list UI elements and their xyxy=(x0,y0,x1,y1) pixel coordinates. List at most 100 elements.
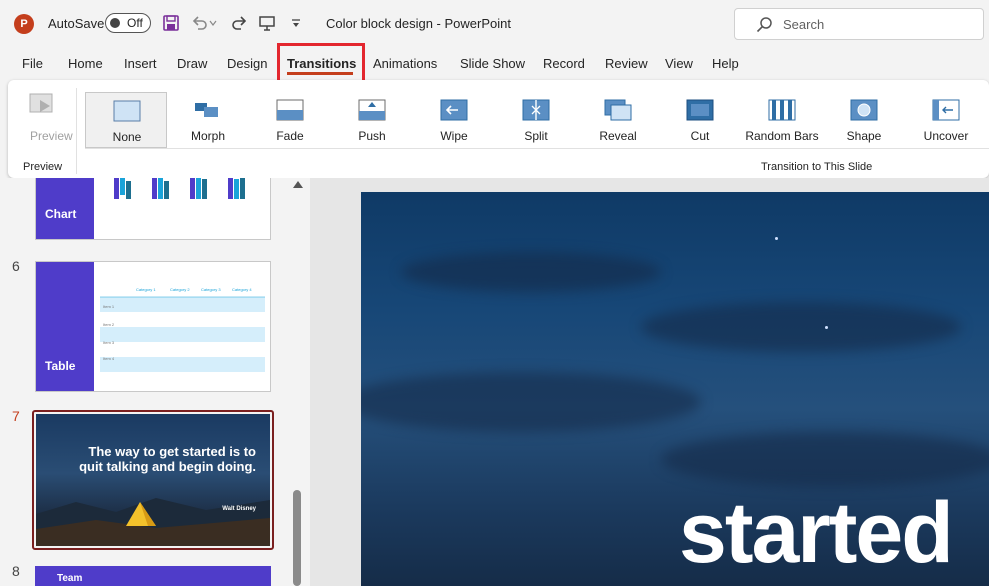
star xyxy=(775,237,778,240)
autosave-label: AutoSave xyxy=(48,16,105,31)
cloud-shape xyxy=(361,372,701,432)
scroll-up-arrow-icon[interactable] xyxy=(293,181,303,188)
table-row: Item 4 xyxy=(103,356,115,361)
uncover-transition-icon xyxy=(932,99,960,121)
group-separator xyxy=(76,88,77,174)
slide-quote: The way to get started is to quit talkin… xyxy=(79,444,256,474)
search-placeholder: Search xyxy=(783,17,825,32)
slide-number: 6 xyxy=(12,258,20,274)
redo-icon[interactable] xyxy=(229,13,249,33)
ribbon-tabs: File Home Insert Draw Design Transitions… xyxy=(0,46,989,80)
mountain-tent-scene xyxy=(36,498,270,546)
cloud-shape xyxy=(401,252,661,292)
undo-dropdown-icon[interactable] xyxy=(208,13,218,33)
transition-random-bars[interactable]: Random Bars xyxy=(741,92,823,148)
table-row: Item 2 xyxy=(103,322,115,327)
tab-design[interactable]: Design xyxy=(227,56,267,71)
transition-reveal[interactable]: Reveal xyxy=(577,92,659,148)
effect-label: Cut xyxy=(690,129,710,143)
slide-number-selected: 7 xyxy=(12,408,20,424)
tab-slide-show[interactable]: Slide Show xyxy=(460,56,525,71)
main-slide-canvas[interactable]: started xyxy=(361,192,989,586)
tab-animations[interactable]: Animations xyxy=(373,56,437,71)
tab-review[interactable]: Review xyxy=(605,56,648,71)
transition-fade[interactable]: Fade xyxy=(249,92,331,148)
transition-cut[interactable]: Cut xyxy=(659,92,741,148)
effect-label: Morph xyxy=(190,129,225,143)
tab-view[interactable]: View xyxy=(665,56,693,71)
slide-title: Chart xyxy=(45,207,77,221)
table-row: Item 3 xyxy=(103,340,115,345)
document-title: Color block design - PowerPoint xyxy=(326,16,511,31)
transitions-highlight-box xyxy=(277,43,365,85)
slide-thumbnail-6[interactable]: Table Category 1 Category 2 Category 3 C… xyxy=(35,261,271,392)
cloud-shape xyxy=(661,432,989,487)
morph-transition-icon xyxy=(195,103,218,117)
reveal-transition-icon xyxy=(604,99,632,121)
thumbnails-scrollbar[interactable] xyxy=(290,178,304,586)
slide-thumbnails-pane: Chart 6 Table Category 1 Category 2 Cate… xyxy=(0,178,310,586)
transition-none[interactable]: None xyxy=(85,92,167,148)
shape-transition-icon xyxy=(850,99,878,121)
table-header: Category 4 xyxy=(232,287,252,292)
random-bars-transition-icon xyxy=(768,99,796,121)
autosave-state: Off xyxy=(127,16,143,30)
slide-main-text: started xyxy=(679,485,954,581)
effect-label: Push xyxy=(358,129,386,143)
mini-table xyxy=(100,296,265,372)
effect-label: Uncover xyxy=(923,129,969,143)
effect-label: Split xyxy=(524,129,548,143)
scroll-thumb[interactable] xyxy=(293,490,301,586)
title-bar: P AutoSave Off Color block design - Powe… xyxy=(0,0,989,46)
split-transition-icon xyxy=(522,99,550,121)
preview-group-label: Preview xyxy=(23,161,63,173)
search-input[interactable]: Search xyxy=(734,8,984,40)
slide-thumbnail-5[interactable]: Chart xyxy=(35,178,271,240)
mini-bar-chart xyxy=(114,178,245,199)
undo-icon[interactable] xyxy=(190,13,210,33)
preview-icon xyxy=(29,93,53,113)
table-row: Item 1 xyxy=(103,304,115,309)
wipe-transition-icon xyxy=(440,99,468,121)
effect-label: Random Bars xyxy=(745,129,819,143)
search-icon xyxy=(756,17,772,33)
present-from-start-icon[interactable] xyxy=(257,13,277,33)
slide-author: Walt Disney xyxy=(222,506,256,512)
push-transition-icon xyxy=(358,99,386,121)
cloud-shape xyxy=(641,302,961,352)
tab-help[interactable]: Help xyxy=(712,56,739,71)
table-header: Category 1 xyxy=(136,287,156,292)
effect-label: None xyxy=(112,130,142,144)
transition-shape[interactable]: Shape xyxy=(823,92,905,148)
slide-title: Team xyxy=(57,573,83,584)
slide-number: 8 xyxy=(12,563,20,579)
slide-thumbnail-7[interactable]: The way to get started is to quit talkin… xyxy=(32,410,274,550)
customize-toolbar-icon[interactable] xyxy=(286,13,306,33)
effect-label: Reveal xyxy=(599,129,637,143)
transition-push[interactable]: Push xyxy=(331,92,413,148)
preview-label: Preview xyxy=(30,129,73,143)
slide-thumbnail-8[interactable]: Team xyxy=(35,566,271,586)
fade-transition-icon xyxy=(276,99,304,121)
none-transition-icon xyxy=(113,100,141,122)
transition-split[interactable]: Split xyxy=(495,92,577,148)
preview-button[interactable]: Preview xyxy=(16,88,73,143)
autosave-toggle[interactable]: Off xyxy=(105,13,151,33)
slide-title: Table xyxy=(45,359,76,373)
tab-insert[interactable]: Insert xyxy=(124,56,157,71)
tab-draw[interactable]: Draw xyxy=(177,56,207,71)
tab-record[interactable]: Record xyxy=(543,56,585,71)
gallery-divider xyxy=(85,148,989,149)
tab-home[interactable]: Home xyxy=(68,56,103,71)
effect-label: Fade xyxy=(276,129,304,143)
transition-morph[interactable]: Morph xyxy=(167,92,249,148)
star xyxy=(825,326,828,329)
table-header: Category 2 xyxy=(170,287,190,292)
toggle-knob xyxy=(110,18,120,28)
table-header: Category 3 xyxy=(201,287,221,292)
transition-wipe[interactable]: Wipe xyxy=(413,92,495,148)
transition-uncover[interactable]: Uncover xyxy=(905,92,987,148)
save-icon[interactable] xyxy=(161,13,181,33)
powerpoint-logo-icon: P xyxy=(14,14,34,34)
tab-file[interactable]: File xyxy=(22,56,43,71)
